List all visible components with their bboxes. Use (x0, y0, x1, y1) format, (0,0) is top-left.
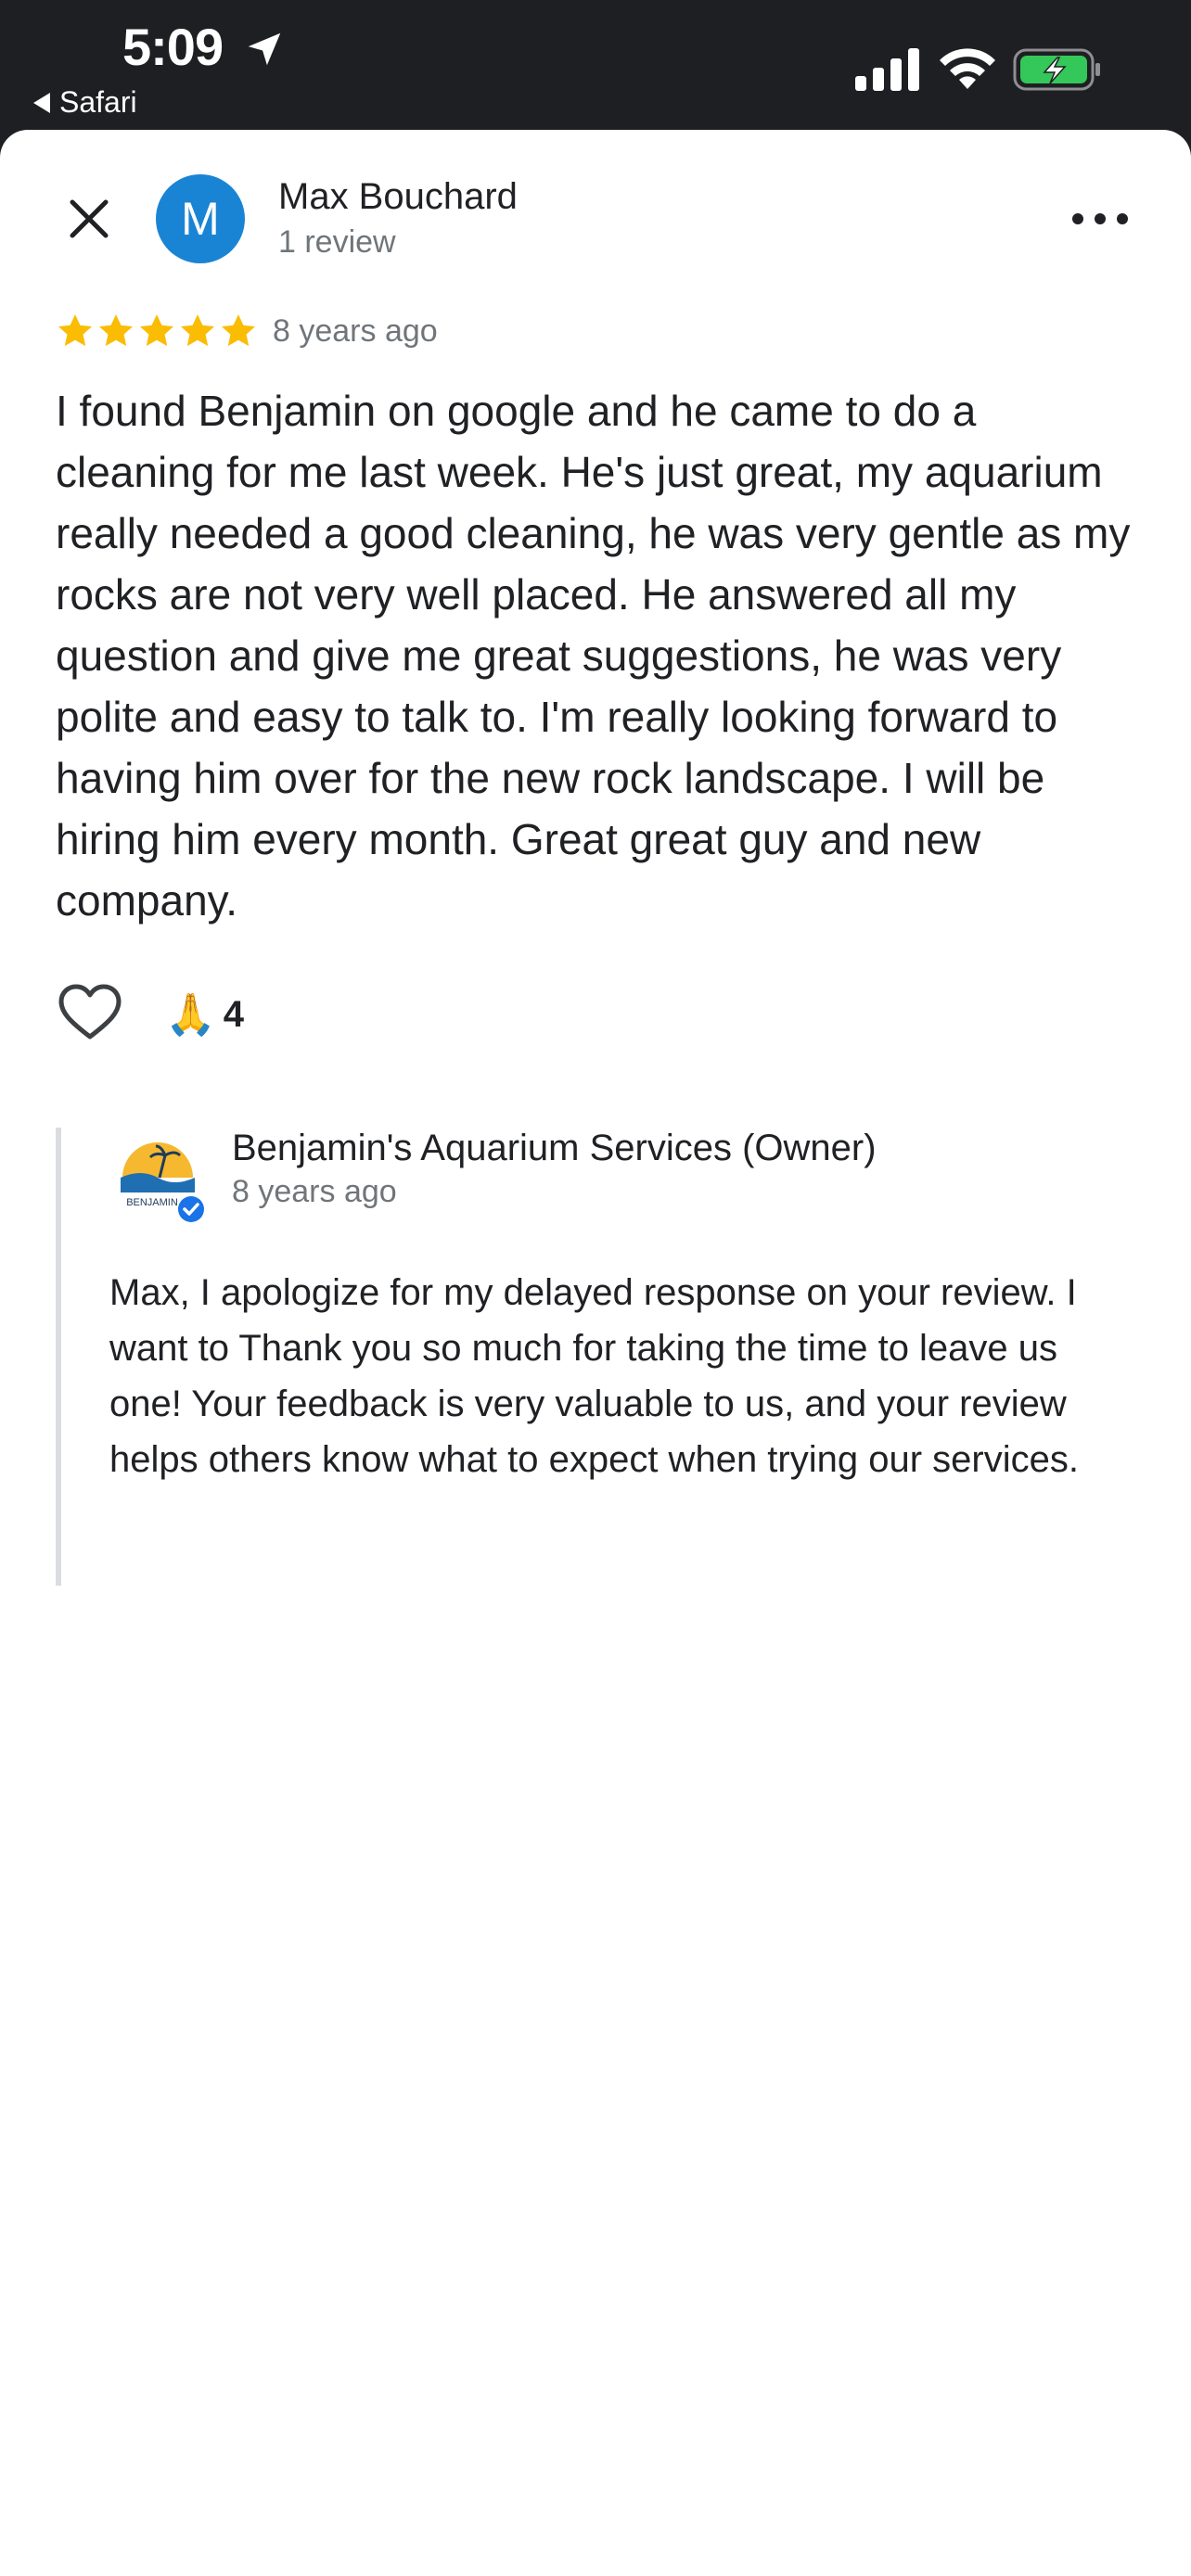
status-time: 5:09 (122, 18, 224, 76)
pray-emoji-icon: 🙏 (165, 992, 216, 1038)
star-icon (58, 314, 93, 347)
star-icon (180, 314, 215, 347)
more-dot (1095, 213, 1106, 224)
wifi-icon (940, 48, 995, 89)
star-icon (221, 314, 256, 347)
battery-icon (1013, 48, 1100, 91)
review-date: 8 years ago (273, 313, 438, 349)
owner-logo-text: BENJAMIN (126, 1197, 178, 1208)
more-dot (1072, 213, 1083, 224)
more-options-button[interactable] (1072, 202, 1128, 236)
location-arrow-icon (248, 32, 281, 66)
more-dot (1117, 213, 1128, 224)
owner-reply-date: 8 years ago (232, 1174, 397, 1209)
reviewer-review-count: 1 review (278, 224, 396, 260)
reaction-counter[interactable]: 🙏 4 (165, 990, 244, 1039)
star-rating (56, 312, 258, 351)
owner-logo-icon: BENJAMIN (121, 1141, 204, 1222)
star-icon (98, 314, 134, 347)
signal-icon (855, 48, 919, 91)
avatar-initial: M (181, 193, 220, 245)
owner-reply: BENJAMIN Benjamin's Aquarium Services (O… (56, 1128, 1146, 1586)
heart-icon (58, 984, 122, 1039)
like-button[interactable] (58, 983, 122, 1042)
close-button[interactable] (59, 189, 119, 249)
back-to-safari-button[interactable]: Safari (33, 85, 137, 120)
review-text: I found Benjamin on google and he came t… (56, 387, 1131, 925)
reviewer-name[interactable]: Max Bouchard (278, 176, 518, 218)
close-icon (70, 199, 109, 238)
back-app-label: Safari (59, 85, 137, 119)
status-bar: 5:09 Safari (0, 0, 1191, 148)
reviewer-avatar[interactable]: M (156, 174, 245, 263)
owner-name: Benjamin's Aquarium Services (Owner) (232, 1128, 877, 1168)
reaction-count: 4 (223, 993, 245, 1035)
back-triangle-icon (33, 92, 50, 113)
owner-reply-text: Max, I apologize for my delayed response… (109, 1272, 1079, 1480)
star-icon (139, 314, 174, 347)
